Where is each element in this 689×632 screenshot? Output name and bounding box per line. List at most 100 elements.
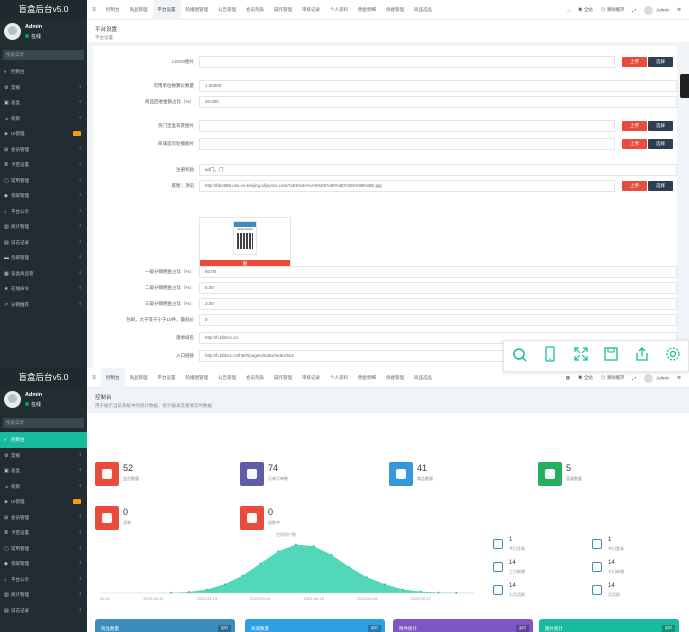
- data-point[interactable]: [419, 590, 422, 593]
- sidebar-item[interactable]: ☺ 权限 ‹: [0, 111, 87, 127]
- tab[interactable]: 快捷管理: [381, 368, 409, 388]
- tab[interactable]: 快捷管理: [381, 0, 409, 20]
- sidebar-item[interactable]: ◆ 领取管理 ‹: [0, 556, 87, 572]
- gear-icon[interactable]: ⚙: [677, 375, 681, 381]
- field-input[interactable]: http://bbx988.oss-cn-beijing.aliyuncs.co…: [199, 180, 615, 192]
- choose-button[interactable]: 选择: [648, 121, 673, 131]
- sidebar-item[interactable]: ⚙ 常规 ‹: [0, 80, 87, 96]
- sidebar-item[interactable]: ★ 在线命令 ‹: [0, 281, 87, 297]
- data-point[interactable]: [223, 583, 226, 586]
- tab[interactable]: 审核记录: [297, 0, 325, 20]
- field-input[interactable]: [199, 120, 615, 132]
- sidebar-item[interactable]: ▢ 常用管理 ‹: [0, 541, 87, 557]
- tab[interactable]: 佣金明细: [353, 368, 381, 388]
- tab[interactable]: 个人资料: [325, 368, 353, 388]
- data-point[interactable]: [401, 588, 404, 591]
- tab[interactable]: 个人资料: [325, 0, 353, 20]
- zoom-icon[interactable]: [511, 346, 527, 367]
- tab[interactable]: 会员列表: [241, 368, 269, 388]
- data-point[interactable]: [366, 576, 369, 579]
- sidebar-item[interactable]: ▬ 包邮管理 ‹: [0, 250, 87, 266]
- choose-button[interactable]: 选择: [648, 57, 673, 67]
- sidebar-item[interactable]: ◐ 控制台: [0, 64, 87, 80]
- sidebar-item[interactable]: ↗ 分销推荐 ‹: [0, 297, 87, 313]
- data-point[interactable]: [188, 591, 190, 593]
- field-input[interactable]: 80.00: [199, 266, 677, 278]
- clear-cache-button[interactable]: ▤ 清除缓存: [601, 375, 625, 381]
- sidebar-item[interactable]: ⊞ 会员管理 ‹: [0, 510, 87, 526]
- nav-search[interactable]: ◉ 全站: [578, 7, 593, 13]
- sidebar-search-input[interactable]: 搜索菜单: [3, 418, 84, 428]
- data-point[interactable]: [348, 566, 351, 568]
- menu-toggle-icon[interactable]: ≡: [87, 375, 101, 381]
- expand-icon[interactable]: ⤢: [633, 8, 637, 13]
- field-input[interactable]: 1.00000: [199, 80, 677, 92]
- tab[interactable]: 轮播图管理: [181, 0, 214, 20]
- sidebar-item[interactable]: ⊞ 会员管理 ‹: [0, 142, 87, 158]
- data-point[interactable]: [312, 545, 315, 548]
- user-menu[interactable]: Admin: [644, 5, 669, 15]
- sidebar-item[interactable]: ☺ 权限 ‹: [0, 479, 87, 495]
- clear-cache-button[interactable]: ▤ 清除缓存: [601, 7, 625, 13]
- sidebar-item[interactable]: ◐ 控制台: [0, 432, 87, 448]
- upload-button[interactable]: 上传: [622, 139, 647, 149]
- tab[interactable]: 会员列表: [241, 0, 269, 20]
- tab[interactable]: 佣金明细: [353, 0, 381, 20]
- data-point[interactable]: [295, 543, 297, 546]
- share-icon[interactable]: [634, 346, 650, 367]
- phone-icon[interactable]: [542, 345, 558, 367]
- tab[interactable]: 控制台: [101, 0, 125, 20]
- upload-button[interactable]: 上传: [622, 181, 647, 191]
- upload-button[interactable]: 上传: [622, 121, 647, 131]
- sidebar-item[interactable]: ▢ 常用管理 ‹: [0, 173, 87, 189]
- tab[interactable]: 商品选品: [409, 368, 437, 388]
- data-point[interactable]: [384, 583, 386, 586]
- save-icon[interactable]: [603, 346, 619, 367]
- scroll-handle[interactable]: [680, 74, 689, 98]
- data-point[interactable]: [455, 591, 458, 594]
- field-input[interactable]: [199, 138, 615, 150]
- sidebar-item[interactable]: ⚙ 常规 ‹: [0, 448, 87, 464]
- tab[interactable]: 商品管理: [125, 368, 153, 388]
- tab[interactable]: 公告管理: [213, 0, 241, 20]
- field-input[interactable]: [199, 56, 615, 68]
- tab[interactable]: 操作管理: [269, 368, 297, 388]
- gear-icon[interactable]: ⚙: [677, 7, 681, 13]
- sidebar-item[interactable]: ♪ 平台公示 ‹: [0, 572, 87, 588]
- field-input[interactable]: ad门，门: [199, 164, 677, 176]
- tab[interactable]: 公告管理: [213, 368, 241, 388]
- tab[interactable]: 操作管理: [269, 0, 297, 20]
- sidebar-item[interactable]: ◈ UI管理: [0, 494, 87, 510]
- expand-icon[interactable]: [573, 346, 589, 367]
- field-input[interactable]: 5.00: [199, 282, 677, 294]
- tab[interactable]: 审核记录: [297, 368, 325, 388]
- home-icon[interactable]: ⌂: [567, 8, 570, 13]
- settings-icon[interactable]: [665, 346, 681, 367]
- sidebar-item[interactable]: ≣ 卡密设置 ‹: [0, 157, 87, 173]
- sidebar-item[interactable]: ◆ 领取管理 ‹: [0, 188, 87, 204]
- data-point[interactable]: [330, 553, 333, 556]
- sidebar-item[interactable]: ▥ 统计管理 ‹: [0, 219, 87, 235]
- user-menu[interactable]: Admin: [644, 373, 669, 383]
- sidebar-item[interactable]: ◈ UI管理: [0, 126, 87, 142]
- field-input[interactable]: 3.00: [199, 298, 677, 310]
- tab[interactable]: 商品管理: [125, 0, 153, 20]
- data-point[interactable]: [170, 591, 173, 594]
- tab[interactable]: 轮播图管理: [181, 368, 214, 388]
- tab[interactable]: 控制台: [101, 368, 125, 388]
- data-point[interactable]: [277, 550, 279, 553]
- sidebar-item[interactable]: ▤ 日志记录 ‹: [0, 235, 87, 251]
- field-input[interactable]: 0: [199, 314, 677, 326]
- sidebar-item[interactable]: ▣ 盲盒 ‹: [0, 95, 87, 111]
- choose-button[interactable]: 选择: [648, 139, 673, 149]
- upload-button[interactable]: 上传: [622, 57, 647, 67]
- tab[interactable]: 平台设置: [152, 0, 181, 20]
- grid-icon[interactable]: ▦: [566, 375, 570, 381]
- sidebar-item[interactable]: ▤ 日志记录 ‹: [0, 603, 87, 619]
- expand-icon[interactable]: ⤢: [633, 376, 637, 381]
- sidebar-item[interactable]: ♪ 平台公示 ‹: [0, 204, 87, 220]
- menu-toggle-icon[interactable]: ≡: [87, 7, 101, 13]
- choose-button[interactable]: 选择: [648, 181, 673, 191]
- data-point[interactable]: [205, 588, 208, 591]
- sidebar-search-input[interactable]: 搜索菜单: [3, 50, 84, 60]
